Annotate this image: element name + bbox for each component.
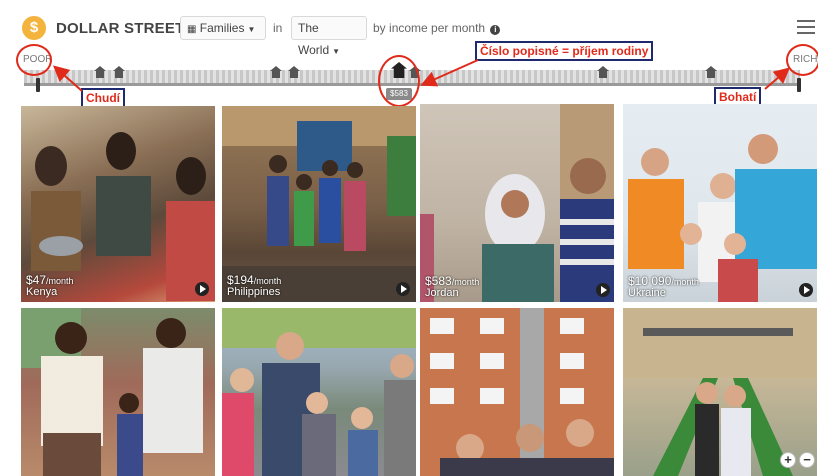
family-photo [420, 104, 614, 302]
play-icon[interactable] [596, 283, 610, 297]
family-card[interactable]: $583/month Jordan [420, 104, 614, 302]
hamburger-menu-icon[interactable] [797, 20, 815, 34]
house-marker-icon[interactable] [113, 66, 125, 78]
family-country: Kenya [26, 286, 58, 298]
dollar-coin-logo-icon[interactable]: $ [22, 16, 46, 40]
play-icon[interactable] [195, 282, 209, 296]
rich-highlight-circle [786, 44, 818, 76]
family-card[interactable] [623, 308, 817, 476]
families-icon: ▦ [187, 24, 197, 35]
family-country: Jordan [425, 287, 459, 299]
poor-highlight-circle [16, 44, 52, 76]
family-photo [623, 104, 817, 302]
income-text: income per month [389, 21, 486, 35]
house-marker-icon[interactable] [94, 66, 106, 78]
house-marker-icon[interactable] [270, 66, 282, 78]
family-card[interactable] [420, 308, 614, 476]
family-income: $10 090/month [628, 274, 699, 288]
families-select[interactable]: ▦ Families ▼ [180, 16, 266, 40]
families-select-label: Families [199, 21, 245, 35]
family-photo [222, 308, 416, 476]
house-marker-icon[interactable] [288, 66, 300, 78]
region-select[interactable]: The World ▼ [291, 16, 367, 57]
family-income: $583/month [425, 274, 480, 288]
income-highlight-circle [378, 55, 420, 107]
family-card[interactable]: $47/month Kenya [21, 106, 215, 302]
family-card[interactable] [222, 308, 416, 476]
family-country: Philippines [227, 286, 281, 298]
in-text: in [273, 21, 283, 35]
info-icon[interactable]: i [490, 25, 501, 35]
house-marker-icon[interactable] [597, 66, 609, 78]
right-range-handle[interactable] [797, 78, 801, 92]
family-income: $47/month [26, 273, 74, 287]
family-photo [420, 308, 614, 476]
left-range-handle[interactable] [36, 78, 40, 92]
play-icon[interactable] [396, 282, 410, 296]
zoom-out-button[interactable]: − [799, 452, 815, 468]
chudi-annotation: Chudí [81, 88, 125, 108]
chevron-down-icon: ▼ [247, 25, 256, 34]
family-card[interactable] [21, 308, 215, 476]
chevron-down-icon: ▼ [332, 47, 341, 56]
by-text: by [373, 21, 386, 35]
region-select-label: The World [298, 21, 330, 57]
family-country: Ukraine [628, 287, 666, 299]
app-header: $ DOLLAR STREET ▦ Families ▼ in The World… [0, 0, 818, 57]
income-label: by income per month i [373, 21, 501, 35]
brand-title[interactable]: DOLLAR STREET [56, 20, 184, 37]
play-icon[interactable] [799, 283, 813, 297]
family-photo [623, 308, 817, 476]
family-income: $194/month [227, 273, 282, 287]
house-marker-icon[interactable] [705, 66, 717, 78]
family-card[interactable]: $10 090/month Ukraine [623, 104, 817, 302]
zoom-in-button[interactable]: + [780, 452, 796, 468]
family-card[interactable]: $194/month Philippines [222, 106, 416, 302]
cislo-annotation: Číslo popisné = příjem rodiny [475, 41, 654, 61]
family-photo [21, 308, 215, 476]
